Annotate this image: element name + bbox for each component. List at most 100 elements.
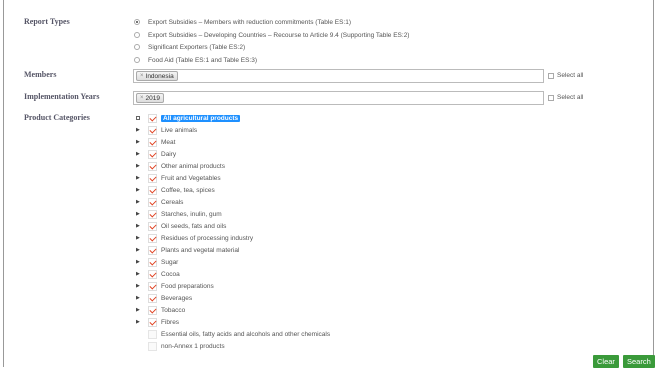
tree-leaf[interactable]: non-Annex 1 products xyxy=(136,340,225,352)
members-select-all[interactable]: Select all xyxy=(548,72,583,79)
tree-node[interactable]: ▶ Meat xyxy=(136,136,175,148)
tree-checkbox[interactable] xyxy=(148,137,157,147)
tree-node-label[interactable]: Live animals xyxy=(161,127,197,134)
tree-checkbox[interactable] xyxy=(148,233,157,243)
years-input[interactable]: × 2019 xyxy=(133,91,544,105)
tree-node[interactable]: ▶ Beverages xyxy=(136,292,192,304)
expand-arrow-icon[interactable]: ▶ xyxy=(136,139,144,145)
tree-checkbox[interactable] xyxy=(148,257,157,267)
clear-button[interactable]: Clear xyxy=(593,355,619,368)
tree-checkbox[interactable] xyxy=(148,209,157,219)
tree-node-label[interactable]: Cereals xyxy=(161,199,183,206)
report-type-option-4[interactable]: Food Aid (Table ES:1 and Table ES:3) xyxy=(134,55,257,65)
search-button[interactable]: Search xyxy=(623,355,655,368)
tree-leaf-label[interactable]: Essential oils, fatty acids and alcohols… xyxy=(161,331,330,338)
members-label: Members xyxy=(24,70,57,79)
tree-node-label[interactable]: Meat xyxy=(161,139,175,146)
tree-node-label[interactable]: Starches, inulin, gum xyxy=(161,211,222,218)
member-token[interactable]: × Indonesia xyxy=(136,71,178,81)
report-type-option-3[interactable]: Significant Exporters (Table ES:2) xyxy=(134,42,245,52)
tree-node[interactable]: ▶ Residues of processing industry xyxy=(136,232,253,244)
radio-button[interactable] xyxy=(134,57,140,63)
tree-node[interactable]: ▶ Other animal products xyxy=(136,160,225,172)
tree-checkbox[interactable] xyxy=(148,329,157,339)
radio-button[interactable] xyxy=(134,32,140,38)
remove-token-icon[interactable]: × xyxy=(140,95,144,101)
expand-arrow-icon[interactable]: ▶ xyxy=(136,187,144,193)
tree-checkbox[interactable] xyxy=(148,185,157,195)
remove-token-icon[interactable]: × xyxy=(140,73,144,79)
expand-arrow-icon[interactable]: ▶ xyxy=(136,211,144,217)
tree-node[interactable]: ▶ Dairy xyxy=(136,148,176,160)
select-all-label: Select all xyxy=(557,94,584,101)
tree-node[interactable]: ▶ Coffee, tea, spices xyxy=(136,184,215,196)
tree-leaf-label[interactable]: non-Annex 1 products xyxy=(161,343,225,350)
expand-arrow-icon[interactable]: ▶ xyxy=(136,199,144,205)
tree-node[interactable]: ▶ Cocoa xyxy=(136,268,180,280)
expand-arrow-icon[interactable]: ▶ xyxy=(136,235,144,241)
tree-root[interactable]: All agricultural products xyxy=(136,112,241,124)
expand-arrow-icon[interactable]: ▶ xyxy=(136,163,144,169)
expand-arrow-icon[interactable]: ▶ xyxy=(136,271,144,277)
expand-arrow-icon[interactable]: ▶ xyxy=(136,151,144,157)
tree-node-label[interactable]: Coffee, tea, spices xyxy=(161,187,215,194)
year-token[interactable]: × 2019 xyxy=(136,93,164,103)
radio-button[interactable] xyxy=(134,44,140,50)
tree-checkbox[interactable] xyxy=(148,161,157,171)
report-type-option-2[interactable]: Export Subsidies – Developing Countries … xyxy=(134,30,409,40)
tree-node[interactable]: ▶ Food preparations xyxy=(136,280,214,292)
tree-checkbox[interactable] xyxy=(148,317,157,327)
tree-checkbox[interactable] xyxy=(148,113,157,123)
expand-arrow-icon[interactable]: ▶ xyxy=(136,295,144,301)
tree-root-label[interactable]: All agricultural products xyxy=(161,114,241,122)
tree-node[interactable]: ▶ Tobacco xyxy=(136,304,185,316)
tree-leaf[interactable]: Essential oils, fatty acids and alcohols… xyxy=(136,328,330,340)
tree-node[interactable]: ▶ Cereals xyxy=(136,196,183,208)
tree-checkbox[interactable] xyxy=(148,245,157,255)
tree-checkbox[interactable] xyxy=(148,197,157,207)
tree-node-label[interactable]: Fibres xyxy=(161,319,179,326)
tree-node-label[interactable]: Beverages xyxy=(161,295,192,302)
select-all-checkbox[interactable] xyxy=(548,94,554,101)
tree-checkbox[interactable] xyxy=(148,125,157,135)
report-type-option-1[interactable]: Export Subsidies – Members with reductio… xyxy=(134,17,351,27)
radio-button[interactable] xyxy=(134,19,140,25)
expand-arrow-icon[interactable]: ▶ xyxy=(136,283,144,289)
tree-node-label[interactable]: Food preparations xyxy=(161,283,214,290)
tree-checkbox[interactable] xyxy=(148,305,157,315)
expand-arrow-icon[interactable]: ▶ xyxy=(136,175,144,181)
tree-node-label[interactable]: Tobacco xyxy=(161,307,185,314)
tree-node[interactable]: ▶ Fruit and Vegetables xyxy=(136,172,221,184)
tree-node-label[interactable]: Plants and vegetal material xyxy=(161,247,239,254)
expand-arrow-icon[interactable]: ▶ xyxy=(136,319,144,325)
tree-node-label[interactable]: Dairy xyxy=(161,151,176,158)
expand-arrow-icon[interactable]: ▶ xyxy=(136,247,144,253)
tree-node-label[interactable]: Residues of processing industry xyxy=(161,235,253,242)
tree-node-label[interactable]: Fruit and Vegetables xyxy=(161,175,221,182)
tree-node[interactable]: ▶ Live animals xyxy=(136,124,197,136)
tree-node[interactable]: ▶ Fibres xyxy=(136,316,179,328)
collapse-icon[interactable] xyxy=(136,116,140,120)
tree-checkbox[interactable] xyxy=(148,269,157,279)
tree-node[interactable]: ▶ Sugar xyxy=(136,256,178,268)
expand-arrow-icon[interactable]: ▶ xyxy=(136,127,144,133)
tree-checkbox[interactable] xyxy=(148,149,157,159)
tree-checkbox[interactable] xyxy=(148,293,157,303)
tree-node-label[interactable]: Oil seeds, fats and oils xyxy=(161,223,226,230)
tree-checkbox[interactable] xyxy=(148,221,157,231)
tree-node-label[interactable]: Sugar xyxy=(161,259,178,266)
expand-arrow-icon[interactable]: ▶ xyxy=(136,259,144,265)
members-input[interactable]: × Indonesia xyxy=(133,69,544,83)
tree-checkbox[interactable] xyxy=(148,173,157,183)
tree-checkbox[interactable] xyxy=(148,341,157,351)
expand-arrow-icon[interactable]: ▶ xyxy=(136,307,144,313)
expand-arrow-icon[interactable]: ▶ xyxy=(136,223,144,229)
years-select-all[interactable]: Select all xyxy=(548,94,583,101)
tree-node[interactable]: ▶ Oil seeds, fats and oils xyxy=(136,220,226,232)
tree-node-label[interactable]: Other animal products xyxy=(161,163,225,170)
tree-node[interactable]: ▶ Plants and vegetal material xyxy=(136,244,239,256)
select-all-checkbox[interactable] xyxy=(548,72,554,79)
tree-node[interactable]: ▶ Starches, inulin, gum xyxy=(136,208,222,220)
tree-node-label[interactable]: Cocoa xyxy=(161,271,180,278)
tree-checkbox[interactable] xyxy=(148,281,157,291)
